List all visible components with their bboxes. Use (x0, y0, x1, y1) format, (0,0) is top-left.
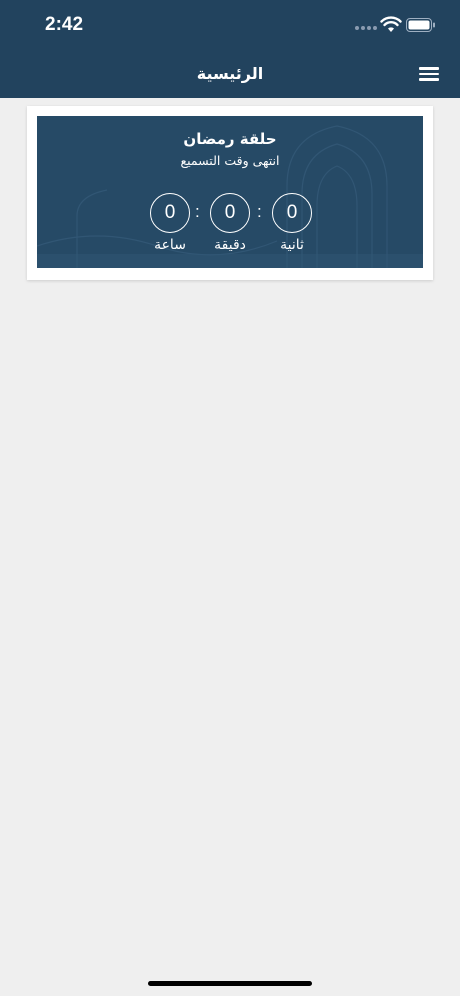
status-time: 2:42 (45, 14, 84, 35)
app-header: 2:42 الرئيسية (0, 0, 460, 98)
colon-separator: : (257, 202, 262, 221)
home-indicator[interactable] (148, 981, 312, 986)
menu-icon[interactable] (417, 64, 441, 82)
colon-separator: : (195, 202, 200, 221)
minutes-value: 0 (210, 193, 250, 233)
circle-title: حلقة رمضان (183, 130, 277, 148)
countdown-card[interactable]: حلقة رمضان انتهى وقت التسميع 0 : 0 : 0 س… (27, 106, 433, 280)
page-title: الرئيسية (196, 64, 264, 83)
minutes-label: دقيقة (214, 237, 246, 253)
battery-icon (406, 18, 435, 32)
countdown-banner: حلقة رمضان انتهى وقت التسميع 0 : 0 : 0 س… (37, 116, 423, 268)
hours-value: 0 (150, 193, 190, 233)
signal-icon (355, 26, 377, 32)
seconds-value: 0 (272, 193, 312, 233)
seconds-label: ثانية (280, 237, 304, 253)
hours-label: ساعة (154, 237, 186, 253)
wifi-icon (380, 16, 402, 32)
recitation-status: انتهى وقت التسميع (180, 153, 280, 168)
